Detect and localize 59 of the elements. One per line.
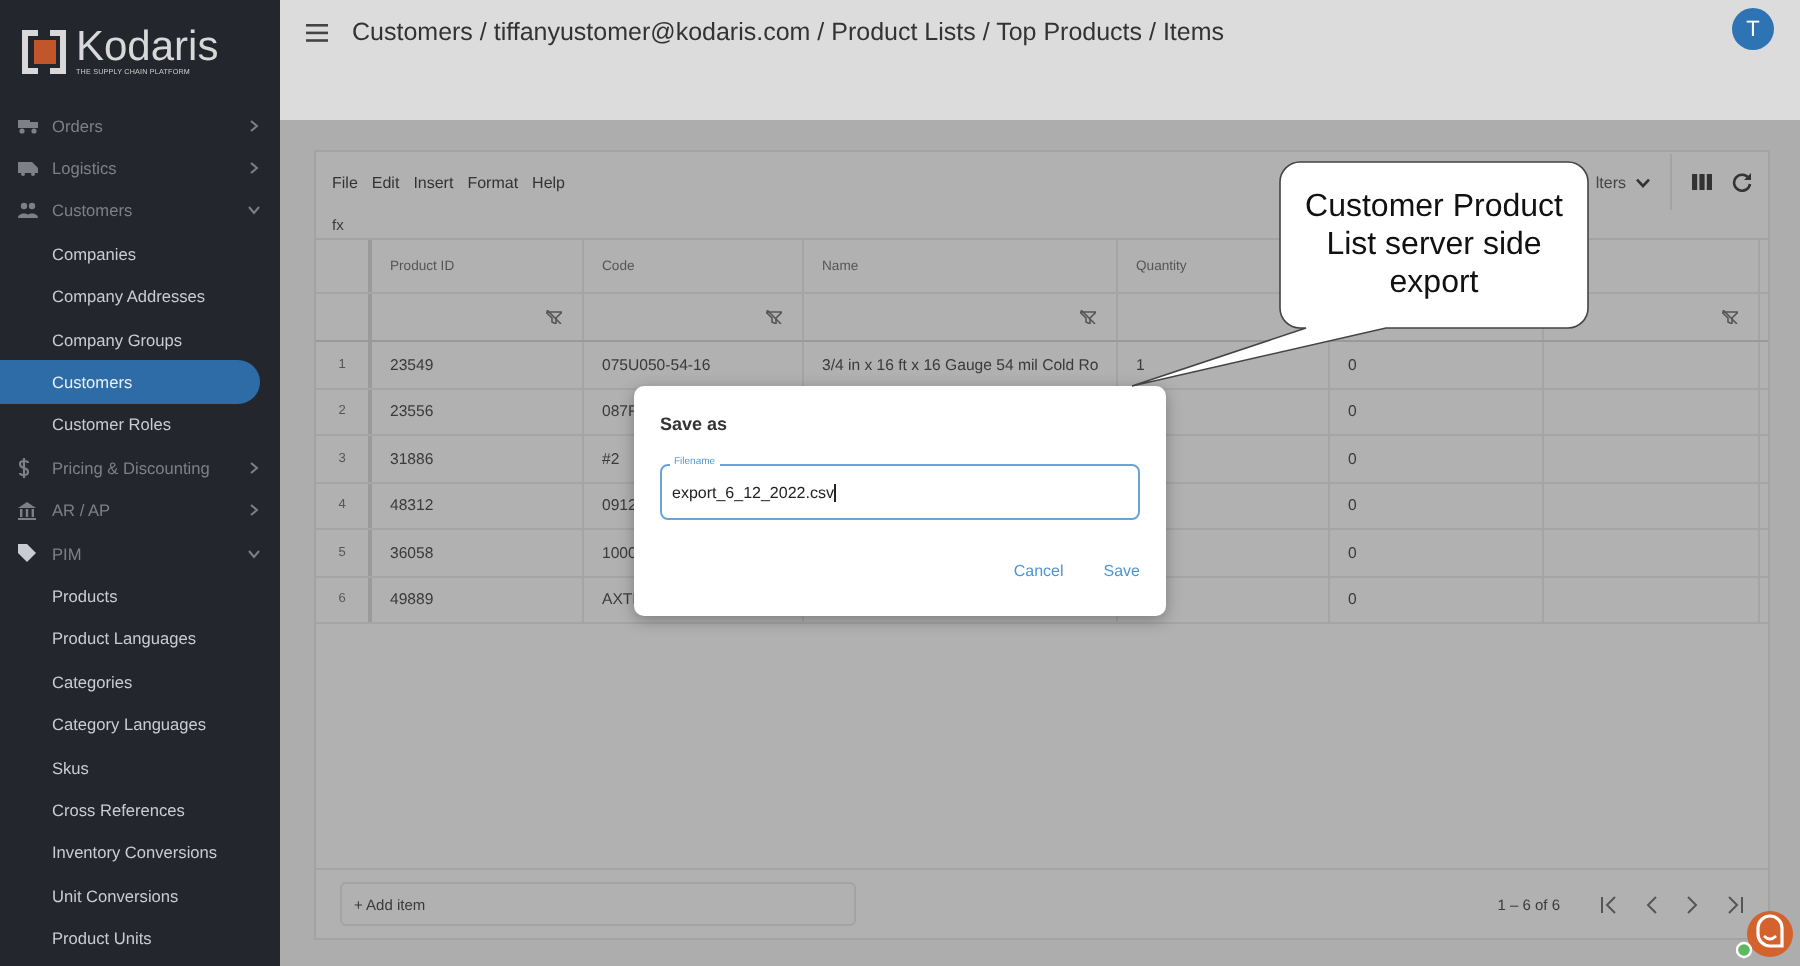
nav-item[interactable]: Pricing & Discounting	[0, 446, 280, 490]
nav-item[interactable]: Company Groups	[0, 317, 260, 361]
chevron-down-icon	[248, 547, 260, 560]
chevron-right-icon	[248, 162, 260, 175]
nav-item[interactable]: Skus	[0, 745, 260, 789]
nav-item[interactable]: Companies	[0, 232, 260, 276]
columns-icon[interactable]	[1692, 174, 1712, 190]
nav-item[interactable]: Products	[0, 574, 260, 618]
filter-off-icon[interactable]	[1722, 310, 1738, 324]
chevron-down-icon	[248, 204, 260, 217]
van-icon	[18, 160, 38, 177]
logo-name: Kodaris	[76, 28, 219, 68]
menu-item[interactable]: Help	[532, 173, 565, 191]
dialog-button[interactable]: Cancel	[1013, 562, 1064, 580]
logo-icon	[20, 28, 68, 76]
chevron-right-icon	[248, 461, 260, 474]
nav-item[interactable]: Logistics	[0, 146, 280, 190]
nav-item[interactable]: Orders	[0, 104, 280, 147]
previous-page-icon[interactable]	[1646, 895, 1658, 913]
menu-item[interactable]: File	[332, 173, 358, 191]
breadcrumb: Customers / tiffanyustomer@kodaris.com / Product Lists / Top Products / Items	[352, 18, 1226, 46]
tag-icon	[18, 544, 36, 563]
dialog-button[interactable]: Save	[1103, 562, 1140, 580]
callout-text: Customer Product List server side export	[1303, 188, 1565, 302]
nav-item[interactable]: Customers	[0, 360, 260, 404]
nav-item[interactable]: AR / AP	[0, 489, 280, 532]
nav-item[interactable]: Categories	[0, 660, 260, 703]
nav-item[interactable]: Company Addresses	[0, 275, 260, 318]
people-icon	[18, 202, 38, 219]
nav-item[interactable]: Category Languages	[0, 702, 260, 746]
chevron-right-icon	[248, 119, 260, 132]
avatar[interactable]: T	[1732, 8, 1774, 50]
last-page-icon[interactable]	[1726, 895, 1744, 913]
nav-item[interactable]: Product Languages	[0, 617, 260, 661]
menu-icon[interactable]	[306, 24, 328, 42]
refresh-icon[interactable]	[1732, 172, 1752, 192]
nav-item[interactable]: Customer Roles	[0, 403, 260, 447]
chevron-down-icon	[1636, 177, 1650, 187]
next-page-icon[interactable]	[1686, 895, 1698, 913]
menu-item[interactable]: Format	[467, 173, 519, 191]
chat-icon[interactable]	[1736, 910, 1796, 962]
menu-item[interactable]: Insert	[413, 173, 454, 191]
truck-icon	[18, 117, 38, 134]
filter-off-icon[interactable]	[1080, 310, 1096, 324]
nav-item[interactable]: Cross References	[0, 788, 260, 832]
nav-item[interactable]: Unit Conversions	[0, 874, 260, 917]
chevron-right-icon	[248, 504, 260, 517]
filters-dropdown[interactable]: lters	[1595, 173, 1650, 191]
filter-off-icon[interactable]	[546, 310, 562, 324]
menu-item[interactable]: Edit	[371, 173, 400, 191]
nav-item[interactable]: Inventory Conversions	[0, 831, 260, 875]
nav-item[interactable]: Product Units	[0, 916, 260, 960]
dialog-title: Save as	[660, 414, 730, 434]
first-page-icon[interactable]	[1600, 895, 1618, 913]
bank-icon	[18, 501, 36, 520]
dollar-icon	[18, 457, 30, 478]
nav-item[interactable]: Customers	[0, 189, 280, 233]
nav-item[interactable]: PIM	[0, 531, 280, 575]
filter-off-icon[interactable]	[766, 310, 782, 324]
